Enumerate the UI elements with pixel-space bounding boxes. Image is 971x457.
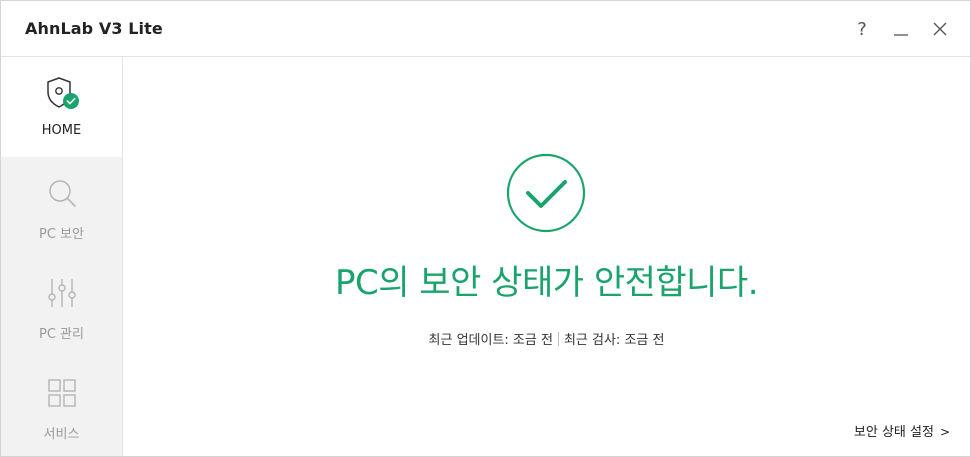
- security-settings-link[interactable]: 보안 상태 설정 >: [854, 421, 950, 440]
- check-circle-icon: [506, 153, 586, 233]
- sidebar-item-label: PC 관리: [39, 327, 84, 342]
- sliders-icon: [48, 279, 76, 307]
- home-panel: PC의 보안 상태가 안전합니다. 최근 업데이트: 조금 전 최근 검사: 조금…: [123, 57, 970, 456]
- last-update-text: 최근 업데이트: 조금 전: [428, 333, 553, 348]
- sidebar-item-home[interactable]: HOME: [1, 57, 122, 157]
- sidebar-item-pc-management[interactable]: PC 관리: [1, 257, 122, 357]
- sidebar-item-pc-security[interactable]: PC 보안: [1, 157, 122, 257]
- chevron-right-icon: >: [939, 425, 950, 439]
- close-icon: [933, 22, 947, 36]
- help-icon: ?: [857, 19, 867, 39]
- search-icon: [49, 180, 76, 207]
- app-window: AhnLab V3 Lite ? HOME PC 보안 PC 관리 서비스 PC…: [0, 0, 971, 457]
- app-title: AhnLab V3 Lite: [25, 19, 163, 38]
- close-button[interactable]: [925, 13, 955, 45]
- title-bar: AhnLab V3 Lite ?: [1, 1, 970, 57]
- minimize-icon: [894, 34, 908, 36]
- sidebar-item-label: 서비스: [43, 427, 80, 442]
- minimize-button[interactable]: [886, 13, 916, 45]
- svg-text:?: ?: [857, 19, 867, 39]
- shield-check-icon: [47, 77, 79, 109]
- settings-link-label: 보안 상태 설정: [853, 425, 934, 440]
- security-status-message: PC의 보안 상태가 안전합니다.: [334, 263, 759, 303]
- grid-icon: [48, 379, 76, 407]
- last-scan-text: 최근 검사: 조금 전: [563, 333, 665, 348]
- sidebar-item-label: PC 보안: [39, 227, 84, 242]
- help-button[interactable]: ?: [847, 13, 877, 45]
- sidebar-nav: HOME PC 보안 PC 관리 서비스: [1, 57, 123, 456]
- info-divider: [557, 332, 559, 346]
- status-info: 최근 업데이트: 조금 전 최근 검사: 조금 전: [123, 329, 970, 348]
- sidebar-item-services[interactable]: 서비스: [1, 357, 122, 456]
- sidebar-item-label: HOME: [41, 123, 82, 138]
